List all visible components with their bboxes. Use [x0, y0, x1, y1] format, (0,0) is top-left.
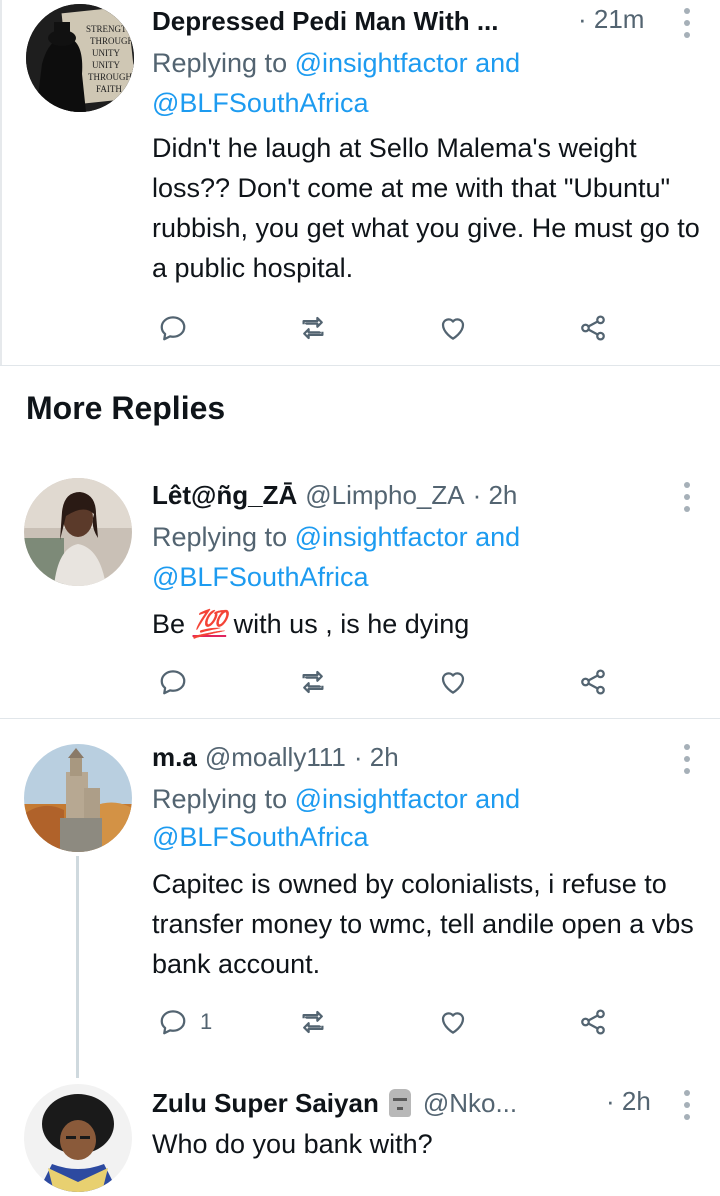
share-button[interactable] [578, 662, 608, 702]
mention-link[interactable]: @BLFSouthAfrica [152, 822, 369, 852]
mention-link[interactable]: @BLFSouthAfrica [152, 88, 369, 118]
reply-icon [160, 316, 186, 341]
avatar[interactable] [24, 1084, 132, 1192]
divider [0, 718, 720, 719]
avatar[interactable] [24, 478, 132, 586]
moai-emoji-icon [388, 1089, 411, 1117]
display-name[interactable]: m.a [152, 742, 197, 773]
share-icon [581, 1009, 605, 1035]
share-button[interactable] [578, 308, 608, 348]
castle-avatar-image [24, 744, 132, 852]
thread-connector [76, 856, 79, 1078]
avatar-text: FAITH [96, 84, 122, 94]
timestamp[interactable]: · 2h [354, 742, 399, 773]
avatar[interactable] [24, 744, 132, 852]
avatar-text: UNITY [92, 48, 120, 58]
more-options-icon[interactable] [682, 482, 692, 512]
reply-button[interactable]: 1 [158, 1002, 212, 1042]
replying-to-label: Replying to [152, 784, 295, 814]
replying-to-label: Replying to [152, 48, 295, 78]
avatar-text: UNITY [92, 60, 120, 70]
tweet-text: Be 💯 with us , is he dying [152, 604, 712, 644]
reply-count: 1 [200, 1009, 213, 1034]
mention-link[interactable]: @insightfactor and [295, 48, 521, 78]
display-name[interactable]: Depressed Pedi Man With ... [152, 6, 499, 37]
heart-icon [441, 318, 465, 340]
action-bar [152, 662, 622, 702]
tweet-text-part: with us , is he dying [226, 609, 470, 639]
reply-icon [160, 1010, 186, 1035]
share-icon [581, 315, 605, 341]
display-name[interactable]: Zulu Super Saiyan [152, 1088, 379, 1119]
display-name[interactable]: Lêt@ñg_ZĀ [152, 480, 297, 511]
tweet-text: Capitec is owned by colonialists, i refu… [152, 869, 694, 979]
replying-to-line-2: @BLFSouthAfrica [152, 84, 369, 123]
more-options-icon[interactable] [682, 8, 692, 38]
retweet-icon [302, 670, 324, 694]
timestamp[interactable]: · 21m [578, 4, 644, 35]
reply-button[interactable] [158, 662, 188, 702]
replying-to-label: Replying to [152, 522, 295, 552]
avatar-text: STRENGTH [86, 24, 134, 34]
share-button[interactable] [578, 1002, 608, 1042]
action-bar [152, 308, 622, 348]
heart-icon [441, 672, 465, 694]
like-button[interactable] [438, 662, 468, 702]
poster-avatar-image: STRENGTH THROUGH UNITY UNITY THROUGH FAI… [26, 4, 134, 112]
like-button[interactable] [438, 1002, 468, 1042]
avatar-text: THROUGH [90, 36, 134, 46]
timestamp[interactable]: · 2h [473, 480, 518, 511]
more-replies-heading: More Replies [26, 390, 226, 426]
user-handle[interactable]: @Limpho_ZA [305, 480, 464, 511]
tweet-text-part: Be [152, 609, 193, 639]
cartoon-avatar-image [24, 1084, 132, 1192]
tweet-header: Lêt@ñg_ZĀ @Limpho_ZA · 2h [152, 478, 517, 512]
replying-to: Replying to @insightfactor and [152, 44, 520, 83]
hundred-points-emoji-icon: 💯 [192, 609, 227, 639]
tweet-header: Zulu Super Saiyan @Nko... [152, 1086, 517, 1120]
retweet-button[interactable] [298, 662, 328, 702]
user-handle[interactable]: @Nko... [423, 1088, 517, 1119]
heart-icon [441, 1012, 465, 1034]
mention-link[interactable]: @insightfactor and [295, 522, 521, 552]
retweet-button[interactable] [298, 308, 328, 348]
more-options-icon[interactable] [682, 744, 692, 774]
avatar-text: THROUGH [88, 72, 132, 82]
left-border [0, 0, 2, 365]
share-icon [581, 669, 605, 695]
more-options-icon[interactable] [682, 1090, 692, 1120]
divider [0, 365, 720, 366]
reply-icon [160, 670, 186, 695]
user-avatar-image [24, 478, 132, 586]
retweet-button[interactable] [298, 1002, 328, 1042]
replying-to: Replying to @insightfactor and [152, 518, 520, 557]
reply-button[interactable] [158, 308, 188, 348]
tweet-text: Who do you bank with? [152, 1129, 433, 1159]
retweet-icon [302, 1010, 324, 1034]
replying-to-line-2: @BLFSouthAfrica [152, 818, 369, 857]
retweet-icon [302, 316, 324, 340]
tweet-header: Depressed Pedi Man With ... [152, 4, 499, 38]
timestamp[interactable]: · 2h [606, 1086, 651, 1117]
tweet-text: Didn't he laugh at Sello Malema's weight… [152, 133, 700, 283]
action-bar: 1 [152, 1002, 622, 1042]
tweet-header: m.a @moally111 · 2h [152, 740, 399, 774]
like-button[interactable] [438, 308, 468, 348]
replying-to: Replying to @insightfactor and [152, 780, 520, 819]
mention-link[interactable]: @insightfactor and [295, 784, 521, 814]
avatar[interactable]: STRENGTH THROUGH UNITY UNITY THROUGH FAI… [26, 4, 134, 112]
mention-link[interactable]: @BLFSouthAfrica [152, 562, 369, 592]
replying-to-line-2: @BLFSouthAfrica [152, 558, 369, 597]
user-handle[interactable]: @moally111 [205, 742, 346, 773]
